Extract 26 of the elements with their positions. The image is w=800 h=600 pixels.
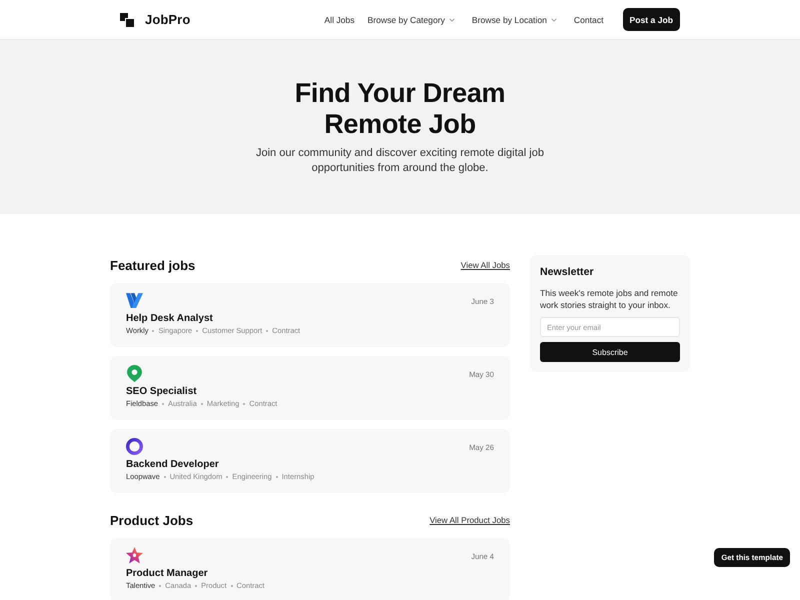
hero-subtitle: Join our community and discover exciting remote digital job opportunities from around the globe. (255, 146, 545, 176)
section-heading: Product Jobs (110, 512, 194, 528)
logo-icon[interactable] (120, 12, 134, 26)
view-all-link[interactable]: View All Product Jobs (430, 515, 510, 525)
newsletter-title: Newsletter (540, 265, 595, 279)
chevron-down-icon (550, 18, 557, 22)
map-pin-icon (126, 365, 143, 382)
job-title[interactable]: Help Desk Analyst (126, 312, 494, 325)
job-title[interactable]: SEO Specialist (126, 385, 494, 398)
logo-text[interactable]: JobPro (145, 12, 190, 27)
job-title[interactable]: Backend Developer (126, 458, 494, 471)
nav-dropdown[interactable]: Browse by Category (368, 14, 455, 24)
star-icon (126, 547, 143, 564)
ring-icon (126, 438, 143, 455)
hero-title: Find Your Dream Remote Job (294, 78, 506, 140)
post-job-button[interactable]: Post a Job (622, 8, 680, 31)
chevron-down-icon (448, 18, 455, 22)
nav-link[interactable]: Contact (574, 14, 604, 24)
subscribe-button[interactable]: Subscribe (540, 342, 680, 362)
view-all-link[interactable]: View All Jobs (460, 260, 510, 270)
v-shape-logo-icon (126, 292, 143, 309)
job-title[interactable]: Product Manager (126, 567, 494, 580)
nav-link[interactable]: All Jobs (324, 14, 355, 24)
section-heading: Featured jobs (110, 258, 196, 272)
nav-dropdown[interactable]: Browse by Location (472, 14, 557, 24)
newsletter-text: This week's remote jobs and remote work stories straight to your inbox. (540, 287, 679, 311)
